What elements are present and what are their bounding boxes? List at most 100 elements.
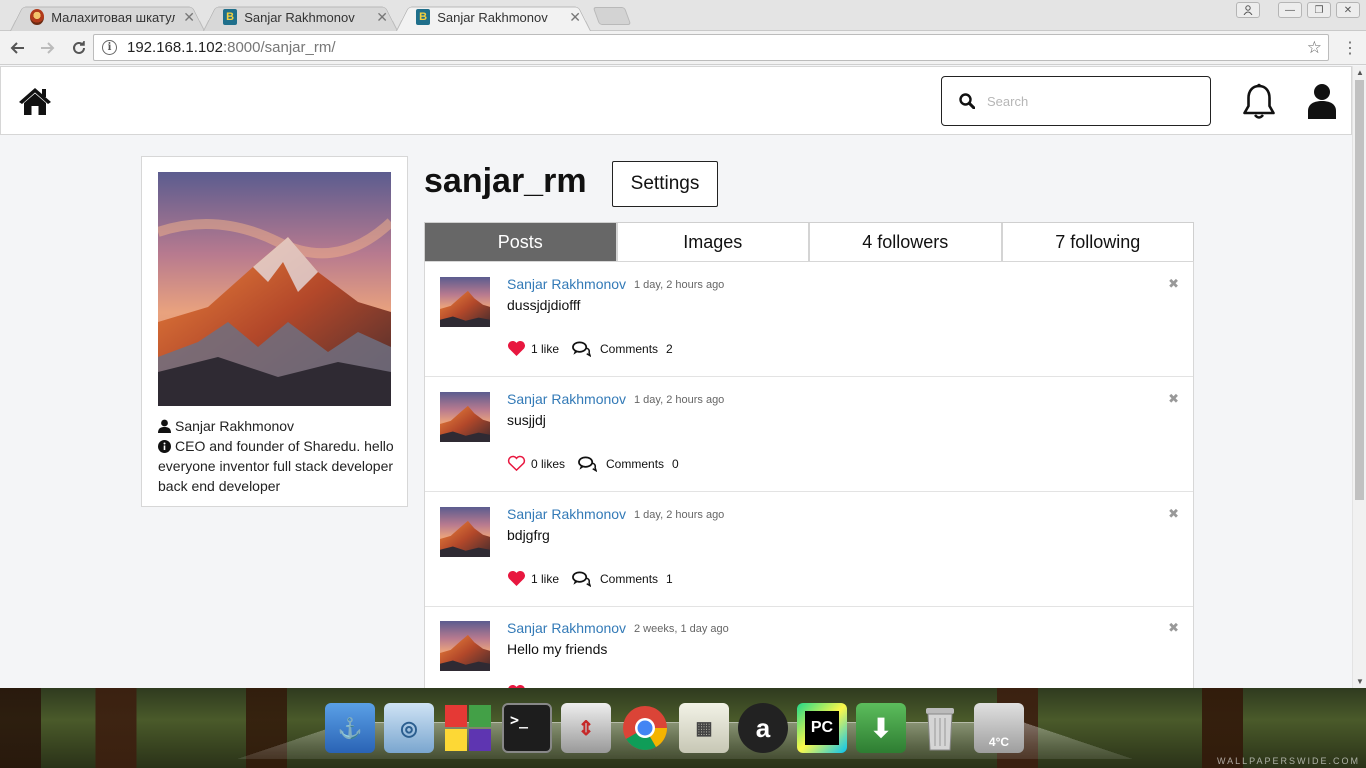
post-author-link[interactable]: Sanjar Rakhmonov bbox=[507, 276, 626, 292]
post-actions: 1 like Comments 2 bbox=[507, 340, 673, 357]
post-timestamp: 2 weeks, 1 day ago bbox=[634, 623, 729, 635]
browser-tab-3[interactable]: B Sanjar Rakhmonov ✕ bbox=[396, 3, 591, 31]
profile-card: Sanjar Rakhmonov CEO and founder of Shar… bbox=[141, 156, 408, 507]
weather-icon[interactable]: 4°C bbox=[974, 703, 1024, 753]
tab-close-icon[interactable]: ✕ bbox=[569, 9, 581, 26]
chrome-icon[interactable] bbox=[620, 703, 670, 753]
comments-icon[interactable] bbox=[572, 340, 592, 357]
forward-icon[interactable] bbox=[34, 34, 62, 62]
comments-count: 2 bbox=[666, 341, 673, 356]
menu-icon[interactable]: ⋮ bbox=[1342, 38, 1358, 58]
tiles-icon[interactable] bbox=[443, 703, 493, 753]
browser-tab-1[interactable]: Малахитовая шкатулка ✕ bbox=[10, 3, 205, 31]
delete-post-icon[interactable]: ✖ bbox=[1168, 391, 1179, 407]
minimize-icon[interactable]: — bbox=[1278, 2, 1302, 18]
url-path: :8000/sanjar_rm/ bbox=[222, 39, 336, 56]
profile-tabs: Posts Images 4 followers 7 following bbox=[424, 222, 1194, 262]
home-icon[interactable] bbox=[18, 86, 52, 116]
delete-post-icon[interactable]: ✖ bbox=[1168, 506, 1179, 522]
post-text: susjjdj bbox=[507, 412, 546, 428]
comments-count: 0 bbox=[672, 456, 679, 471]
info-icon[interactable]: i bbox=[102, 40, 117, 55]
post-avatar[interactable] bbox=[440, 621, 490, 671]
post-author-link[interactable]: Sanjar Rakhmonov bbox=[507, 506, 626, 522]
tab-images[interactable]: Images bbox=[617, 223, 810, 261]
posts-feed: Sanjar Rakhmonov 1 day, 2 hours ago duss… bbox=[424, 261, 1194, 688]
post-author-link[interactable]: Sanjar Rakhmonov bbox=[507, 620, 626, 636]
likes-count: 1 like bbox=[531, 571, 560, 586]
amazon-icon[interactable]: a bbox=[738, 703, 788, 753]
settings-button[interactable]: Settings bbox=[612, 161, 718, 207]
search-box[interactable] bbox=[941, 76, 1211, 126]
comments-icon[interactable] bbox=[572, 570, 592, 587]
download-icon[interactable]: ⬇ bbox=[856, 703, 906, 753]
scroll-up-icon[interactable]: ▲ bbox=[1356, 68, 1364, 77]
nautilus-icon[interactable]: ◎ bbox=[384, 703, 434, 753]
fullname-text: Sanjar Rakhmonov bbox=[175, 418, 295, 434]
bell-icon[interactable] bbox=[1242, 83, 1276, 121]
new-tab-button[interactable] bbox=[592, 7, 632, 25]
post-item: Sanjar Rakhmonov 1 day, 2 hours ago duss… bbox=[425, 262, 1193, 377]
window-close-icon[interactable]: ✕ bbox=[1336, 2, 1360, 18]
profile-avatar bbox=[158, 172, 391, 406]
post-actions: 0 likes Comments 0 bbox=[507, 455, 679, 472]
back-icon[interactable] bbox=[3, 34, 31, 62]
post-timestamp: 1 day, 2 hours ago bbox=[634, 509, 725, 521]
page-scrollbar[interactable]: ▲ ▼ bbox=[1352, 66, 1366, 688]
browser-tab-2[interactable]: B Sanjar Rakhmonov ✕ bbox=[203, 3, 398, 31]
wallpaper-watermark: WALLPAPERSWIDE.COM bbox=[1216, 756, 1360, 766]
star-icon[interactable]: ☆ bbox=[1307, 38, 1322, 58]
tab-posts[interactable]: Posts bbox=[425, 223, 618, 261]
post-text: dussjdjdiofff bbox=[507, 297, 581, 313]
dock: ⚓ ◎ >_ ⇕ ▦ a PC ⬇ 4°C bbox=[325, 703, 1024, 753]
site-navbar bbox=[0, 66, 1352, 135]
tab-title: Sanjar Rakhmonov bbox=[244, 9, 355, 25]
calculator-icon[interactable]: ▦ bbox=[679, 703, 729, 753]
tab-favicon-icon: B bbox=[223, 9, 238, 25]
anchor-icon[interactable]: ⚓ bbox=[325, 703, 375, 753]
comments-icon[interactable] bbox=[578, 455, 598, 472]
browser-toolbar: i 192.168.1.102:8000/sanjar_rm/ ☆ ⋮ bbox=[0, 31, 1366, 65]
terminal-icon[interactable]: >_ bbox=[502, 703, 552, 753]
scroll-down-icon[interactable]: ▼ bbox=[1356, 677, 1364, 686]
comments-label[interactable]: Comments bbox=[600, 342, 658, 356]
window-controls: — ❐ ✕ bbox=[1236, 2, 1360, 18]
heart-filled-icon[interactable] bbox=[507, 570, 526, 587]
post-avatar[interactable] bbox=[440, 392, 490, 442]
delete-post-icon[interactable]: ✖ bbox=[1168, 276, 1179, 292]
trash-icon[interactable] bbox=[915, 703, 965, 753]
tab-following[interactable]: 7 following bbox=[1002, 223, 1193, 261]
address-bar[interactable]: i 192.168.1.102:8000/sanjar_rm/ ☆ bbox=[93, 34, 1329, 61]
desktop-dock-area: ⚓ ◎ >_ ⇕ ▦ a PC ⬇ 4°C WALLPAPERSWIDE.COM bbox=[0, 688, 1366, 768]
post-avatar[interactable] bbox=[440, 507, 490, 557]
comments-label[interactable]: Comments bbox=[600, 572, 658, 586]
heart-filled-icon[interactable] bbox=[507, 340, 526, 357]
browser-tabstrip: Малахитовая шкатулка ✕ B Sanjar Rakhmono… bbox=[0, 0, 1366, 31]
post-avatar[interactable] bbox=[440, 277, 490, 327]
heart-outline-icon[interactable] bbox=[507, 455, 526, 472]
reload-icon[interactable] bbox=[65, 34, 93, 62]
profile-username: sanjar_rm bbox=[424, 162, 587, 200]
scrollbar-thumb[interactable] bbox=[1355, 80, 1364, 500]
comments-count: 1 bbox=[666, 571, 673, 586]
search-input[interactable] bbox=[987, 93, 1187, 109]
search-icon bbox=[959, 93, 975, 109]
url-host: 192.168.1.102 bbox=[127, 39, 223, 56]
pycharm-icon[interactable]: PC bbox=[797, 703, 847, 753]
post-author-link[interactable]: Sanjar Rakhmonov bbox=[507, 391, 626, 407]
user-icon[interactable] bbox=[1307, 83, 1337, 119]
delete-post-icon[interactable]: ✖ bbox=[1168, 620, 1179, 636]
tab-title: Sanjar Rakhmonov bbox=[437, 9, 548, 25]
tab-followers[interactable]: 4 followers bbox=[810, 223, 1003, 261]
tab-close-icon[interactable]: ✕ bbox=[183, 9, 195, 26]
post-actions: 1 like Comments 1 bbox=[507, 570, 673, 587]
profile-fullname: Sanjar Rakhmonov bbox=[158, 416, 398, 436]
tab-title: Малахитовая шкатулка bbox=[51, 9, 176, 25]
tab-favicon-icon: B bbox=[416, 9, 431, 25]
tab-close-icon[interactable]: ✕ bbox=[376, 9, 388, 26]
post-text: bdjgfrg bbox=[507, 527, 550, 543]
scale-icon[interactable]: ⇕ bbox=[561, 703, 611, 753]
maximize-icon[interactable]: ❐ bbox=[1307, 2, 1331, 18]
profile-icon[interactable] bbox=[1236, 2, 1260, 18]
comments-label[interactable]: Comments bbox=[606, 457, 664, 471]
